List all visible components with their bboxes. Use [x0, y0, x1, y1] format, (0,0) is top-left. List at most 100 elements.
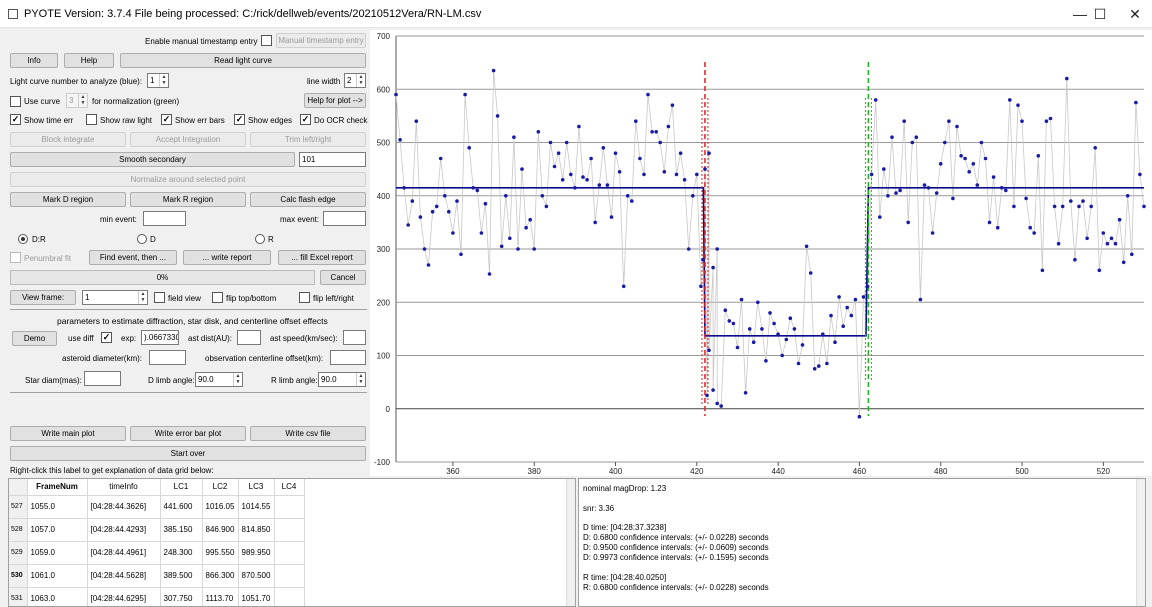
- use-diff-checkbox[interactable]: ✓: [101, 332, 112, 343]
- penumbral-fit-checkbox[interactable]: [10, 252, 21, 263]
- r-limb-spinner[interactable]: 90.0 ▲ ▼: [318, 372, 366, 387]
- table-cell[interactable]: 248.300: [160, 541, 203, 565]
- min-event-input[interactable]: [143, 211, 186, 226]
- column-header[interactable]: FrameNum: [27, 479, 88, 496]
- cancel-button[interactable]: Cancel: [320, 270, 366, 285]
- table-cell[interactable]: 1061.0: [27, 564, 88, 588]
- table-cell[interactable]: 1014.55: [238, 495, 275, 519]
- column-header[interactable]: LC1: [160, 479, 203, 496]
- normalize-button[interactable]: Normalize around selected point: [10, 172, 366, 187]
- fill-excel-report-button[interactable]: ... fill Excel report: [278, 250, 366, 265]
- radio-dr[interactable]: [18, 234, 28, 244]
- read-light-curve-button[interactable]: Read light curve: [120, 53, 366, 68]
- field-view-checkbox[interactable]: [154, 292, 165, 303]
- report-scrollbar[interactable]: [1136, 479, 1145, 606]
- spinner-arrows-icon[interactable]: ▲ ▼: [78, 94, 87, 107]
- table-cell[interactable]: 846.900: [202, 518, 239, 542]
- column-header[interactable]: LC4: [274, 479, 305, 496]
- table-row[interactable]: 527 1055.0 [04:28:44.3626] 441.600 1016.…: [9, 495, 305, 519]
- radio-r[interactable]: [255, 234, 265, 244]
- radio-d[interactable]: [137, 234, 147, 244]
- column-header[interactable]: timeInfo: [87, 479, 161, 496]
- flip-lr-checkbox[interactable]: [299, 292, 310, 303]
- table-cell[interactable]: 1057.0: [27, 518, 88, 542]
- do-ocr-checkbox[interactable]: ✓: [300, 114, 311, 125]
- table-cell[interactable]: 1051.70: [238, 587, 275, 606]
- spinner-arrows-icon[interactable]: ▲ ▼: [233, 373, 242, 386]
- help-for-plot-button[interactable]: Help for plot -->: [304, 93, 366, 108]
- table-cell[interactable]: 995.550: [202, 541, 239, 565]
- view-frame-button[interactable]: View frame:: [10, 290, 76, 305]
- view-frame-spinner[interactable]: 1 ▲ ▼: [82, 290, 148, 305]
- table-cell[interactable]: 1063.0: [27, 587, 88, 606]
- close-button[interactable]: ✕: [1115, 0, 1152, 28]
- table-cell[interactable]: 385.150: [160, 518, 203, 542]
- use-curve-checkbox[interactable]: [10, 96, 21, 107]
- column-header[interactable]: LC2: [202, 479, 239, 496]
- show-raw-light-checkbox[interactable]: [86, 114, 97, 125]
- table-cell[interactable]: 307.750: [160, 587, 203, 606]
- table-row[interactable]: 528 1057.0 [04:28:44.4293] 385.150 846.9…: [9, 518, 305, 542]
- start-over-button[interactable]: Start over: [10, 446, 366, 461]
- grid-scrollbar[interactable]: [566, 479, 575, 606]
- table-cell[interactable]: [274, 564, 305, 588]
- star-diam-input[interactable]: [84, 371, 121, 386]
- write-csv-button[interactable]: Write csv file: [250, 426, 366, 441]
- spinner-arrows-icon[interactable]: ▲ ▼: [159, 74, 168, 87]
- ast-dist-input[interactable]: [237, 330, 261, 345]
- table-cell[interactable]: [274, 495, 305, 519]
- table-cell[interactable]: [04:28:44.4293]: [87, 518, 161, 542]
- table-cell[interactable]: [04:28:44.4961]: [87, 541, 161, 565]
- table-cell[interactable]: [04:28:44.3626]: [87, 495, 161, 519]
- table-cell[interactable]: [274, 541, 305, 565]
- data-grid-help-label[interactable]: Right-click this label to get explanatio…: [10, 465, 214, 476]
- mark-d-region-button[interactable]: Mark D region: [10, 192, 126, 207]
- table-row[interactable]: 529 1059.0 [04:28:44.4961] 248.300 995.5…: [9, 541, 305, 565]
- table-cell[interactable]: 389.500: [160, 564, 203, 588]
- write-main-plot-button[interactable]: Write main plot: [10, 426, 126, 441]
- table-cell[interactable]: [274, 518, 305, 542]
- ast-diam-input[interactable]: [149, 350, 186, 365]
- ast-speed-input[interactable]: [343, 330, 366, 345]
- table-cell[interactable]: 1055.0: [27, 495, 88, 519]
- enable-manual-ts-checkbox[interactable]: [261, 35, 272, 46]
- trim-button[interactable]: Trim left/right: [250, 132, 366, 147]
- table-cell[interactable]: 870.500: [238, 564, 275, 588]
- manual-ts-button[interactable]: Manual timestamp entry: [276, 33, 366, 48]
- table-cell[interactable]: [04:28:44.6295]: [87, 587, 161, 606]
- obs-offset-input[interactable]: [330, 350, 366, 365]
- info-button[interactable]: Info: [10, 53, 58, 68]
- use-curve-spinner[interactable]: 3 ▲ ▼: [66, 93, 88, 108]
- exp-input[interactable]: ).0667330: [141, 330, 179, 345]
- table-cell[interactable]: [274, 587, 305, 606]
- table-cell[interactable]: 989.950: [238, 541, 275, 565]
- lc-number-spinner[interactable]: 1 ▲ ▼: [147, 73, 169, 88]
- demo-button[interactable]: Demo: [12, 331, 57, 346]
- table-cell[interactable]: 1113.70: [202, 587, 239, 606]
- column-header[interactable]: LC3: [238, 479, 275, 496]
- flip-tb-checkbox[interactable]: [212, 292, 223, 303]
- maximize-button[interactable]: ☐: [1080, 0, 1120, 28]
- smooth-value-input[interactable]: 101: [299, 152, 366, 167]
- max-event-input[interactable]: [323, 211, 366, 226]
- spinner-arrows-icon[interactable]: ▲ ▼: [356, 373, 365, 386]
- line-width-spinner[interactable]: 2 ▲ ▼: [344, 73, 366, 88]
- table-row[interactable]: 531 1063.0 [04:28:44.6295] 307.750 1113.…: [9, 587, 305, 606]
- table-cell[interactable]: 441.600: [160, 495, 203, 519]
- write-report-button[interactable]: ... write report: [183, 250, 271, 265]
- table-cell[interactable]: 1059.0: [27, 541, 88, 565]
- show-time-err-checkbox[interactable]: ✓: [10, 114, 21, 125]
- mark-r-region-button[interactable]: Mark R region: [130, 192, 246, 207]
- table-row[interactable]: 530 1061.0 [04:28:44.5628] 389.500 866.3…: [9, 564, 305, 588]
- table-cell[interactable]: 1016.05: [202, 495, 239, 519]
- block-integrate-button[interactable]: Block integrate: [10, 132, 126, 147]
- report-panel[interactable]: nominal magDrop: 1.23 snr: 3.36 D time: …: [578, 478, 1146, 607]
- show-err-bars-checkbox[interactable]: ✓: [161, 114, 172, 125]
- find-event-button[interactable]: Find event, then ...: [89, 250, 177, 265]
- smooth-secondary-button[interactable]: Smooth secondary: [10, 152, 295, 167]
- d-limb-spinner[interactable]: 90.0 ▲ ▼: [195, 372, 243, 387]
- accept-integration-button[interactable]: Accept Integration: [130, 132, 246, 147]
- table-cell[interactable]: 814.850: [238, 518, 275, 542]
- data-grid[interactable]: FrameNum timeInfo LC1 LC2 LC3 LC4 527 10…: [8, 478, 576, 607]
- table-cell[interactable]: 866.300: [202, 564, 239, 588]
